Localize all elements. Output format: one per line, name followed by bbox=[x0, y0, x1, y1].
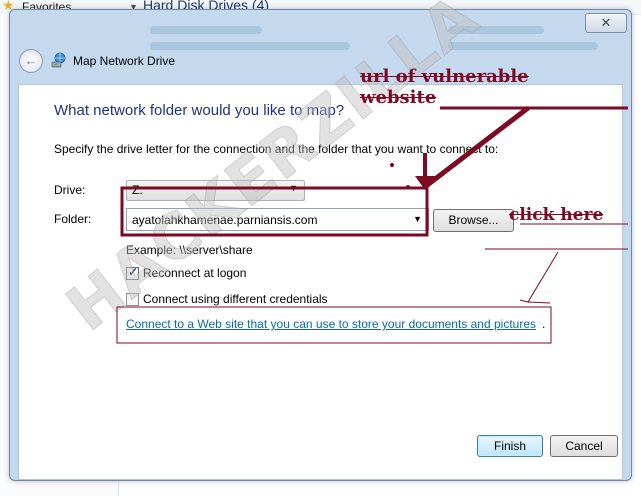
annotation-dot bbox=[390, 163, 394, 167]
annotation-dot bbox=[406, 185, 410, 189]
link-highlight-box bbox=[116, 306, 552, 344]
url-note-line1: url of vulnerable bbox=[360, 66, 529, 87]
annotation-overlay bbox=[116, 106, 628, 344]
folder-highlight-box bbox=[120, 186, 429, 237]
url-arrow-shaft bbox=[424, 106, 530, 188]
click-here-note: click here bbox=[509, 205, 604, 225]
click-arrow bbox=[519, 251, 559, 304]
url-note-line2: website bbox=[360, 87, 437, 108]
